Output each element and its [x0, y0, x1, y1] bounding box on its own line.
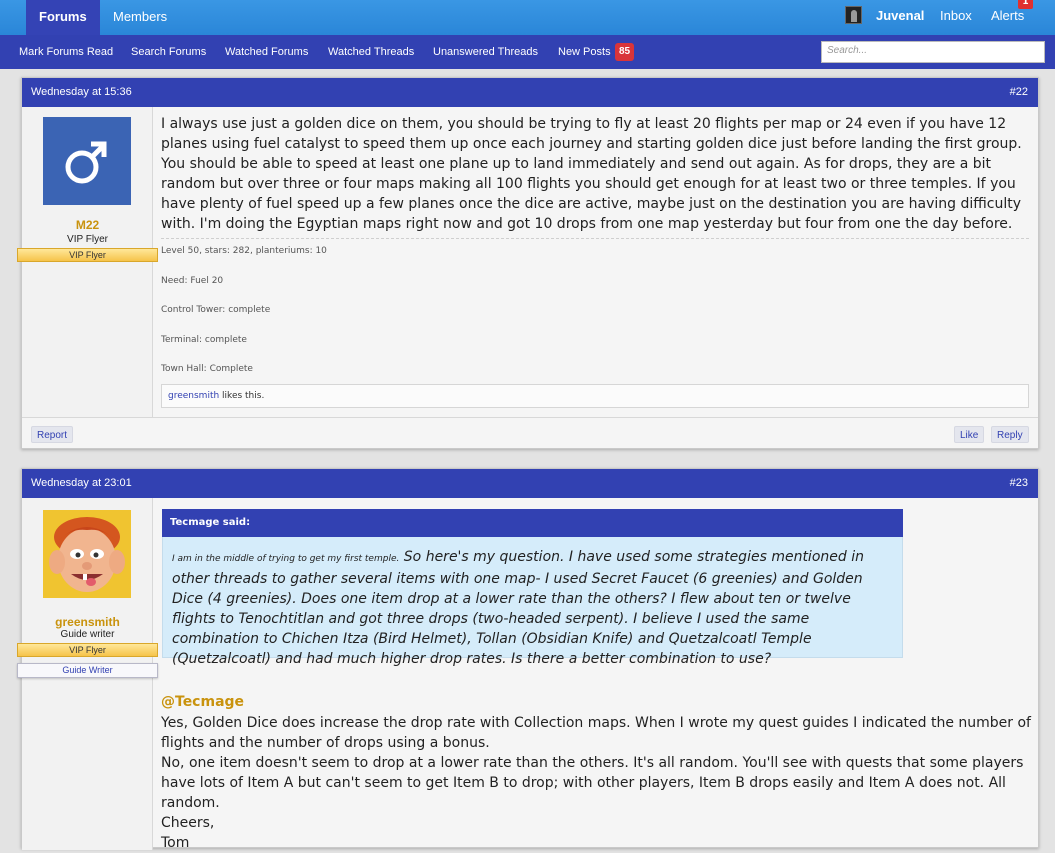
- signature-line: Control Tower: complete: [161, 305, 271, 315]
- post-message: Yes, Golden Dice does increase the drop …: [161, 713, 1031, 853]
- message-line: Yes, Golden Dice does increase the drop …: [161, 715, 1031, 751]
- user-info: M22 VIP Flyer VIP Flyer: [17, 107, 158, 417]
- message-line: Cheers,: [161, 815, 215, 831]
- signature-line: Town Hall: Complete: [161, 364, 253, 374]
- top-nav: Forums Members Juvenal Inbox Alerts 1: [0, 0, 1055, 36]
- mention-link[interactable]: @Tecmage: [161, 694, 244, 710]
- alerts-count-badge: 1: [1018, 0, 1033, 9]
- liker-link[interactable]: greensmith: [168, 391, 219, 401]
- guide-writer-ribbon: Guide Writer: [17, 663, 158, 678]
- user-info: greensmith Guide writer VIP Flyer Guide …: [17, 498, 158, 850]
- tab-forums[interactable]: Forums: [26, 0, 100, 36]
- author-title: Guide writer: [60, 629, 115, 640]
- quote-text: I am in the middle of trying to get my f…: [162, 537, 903, 667]
- author-name[interactable]: greensmith: [22, 615, 153, 629]
- post: Wednesday at 23:01 #23 greensmith Guide …: [17, 468, 1039, 851]
- vip-flyer-ribbon: VIP Flyer: [17, 248, 158, 262]
- likes-summary: greensmith likes this.: [161, 384, 1029, 408]
- new-posts-link[interactable]: New Posts: [558, 35, 611, 69]
- male-symbol-icon[interactable]: [43, 117, 131, 205]
- tab-members[interactable]: Members: [100, 0, 180, 35]
- quote-text-main: So here's my question. I have used some …: [172, 549, 864, 667]
- divider: [22, 417, 1038, 418]
- cartoon-face-avatar[interactable]: [43, 510, 131, 598]
- search-forums-link[interactable]: Search Forums: [131, 35, 206, 69]
- user-name-link[interactable]: Juvenal: [876, 0, 924, 32]
- new-posts-count-badge: 85: [615, 43, 634, 61]
- post-header: Wednesday at 23:01 #23: [22, 469, 1038, 498]
- author-title: VIP Flyer: [67, 234, 108, 245]
- inbox-link[interactable]: Inbox: [940, 0, 972, 32]
- signature-line: Level 50, stars: 282, planteriums: 10: [161, 246, 327, 256]
- post-permalink[interactable]: #23: [1010, 469, 1028, 498]
- signature-line: Terminal: complete: [161, 335, 247, 345]
- quote-author[interactable]: Tecmage said:: [162, 509, 903, 537]
- post-header: Wednesday at 15:36 #22: [22, 78, 1038, 107]
- quote-text-small: I am in the middle of trying to get my f…: [172, 554, 400, 564]
- post-date: Wednesday at 15:36: [31, 86, 132, 98]
- post-permalink[interactable]: #22: [1010, 78, 1028, 107]
- like-button[interactable]: Like: [954, 426, 985, 443]
- post: Wednesday at 15:36 #22 M22 VIP Flyer VIP…: [17, 77, 1039, 449]
- watched-forums-link[interactable]: Watched Forums: [225, 35, 308, 69]
- vip-flyer-ribbon: VIP Flyer: [17, 643, 158, 657]
- likes-text: likes this.: [219, 391, 265, 401]
- mark-forums-read-link[interactable]: Mark Forums Read: [19, 35, 113, 69]
- author-name[interactable]: M22: [22, 218, 153, 232]
- watched-threads-link[interactable]: Watched Threads: [328, 35, 414, 69]
- post-message: I always use just a golden dice on them,…: [161, 116, 1022, 232]
- user-avatar-icon[interactable]: [845, 6, 862, 24]
- message-line: Tom: [161, 835, 190, 851]
- post-date: Wednesday at 23:01: [31, 477, 132, 489]
- signature: Level 50, stars: 282, planteriums: 10 Ne…: [161, 238, 1029, 378]
- unanswered-threads-link[interactable]: Unanswered Threads: [433, 35, 538, 69]
- signature-line: Need: Fuel 20: [161, 276, 224, 286]
- message-line: No, one item doesn't seem to drop at a l…: [161, 755, 1024, 811]
- reply-button[interactable]: Reply: [991, 426, 1029, 443]
- report-button[interactable]: Report: [31, 426, 74, 443]
- search-input[interactable]: Search...: [821, 41, 1045, 63]
